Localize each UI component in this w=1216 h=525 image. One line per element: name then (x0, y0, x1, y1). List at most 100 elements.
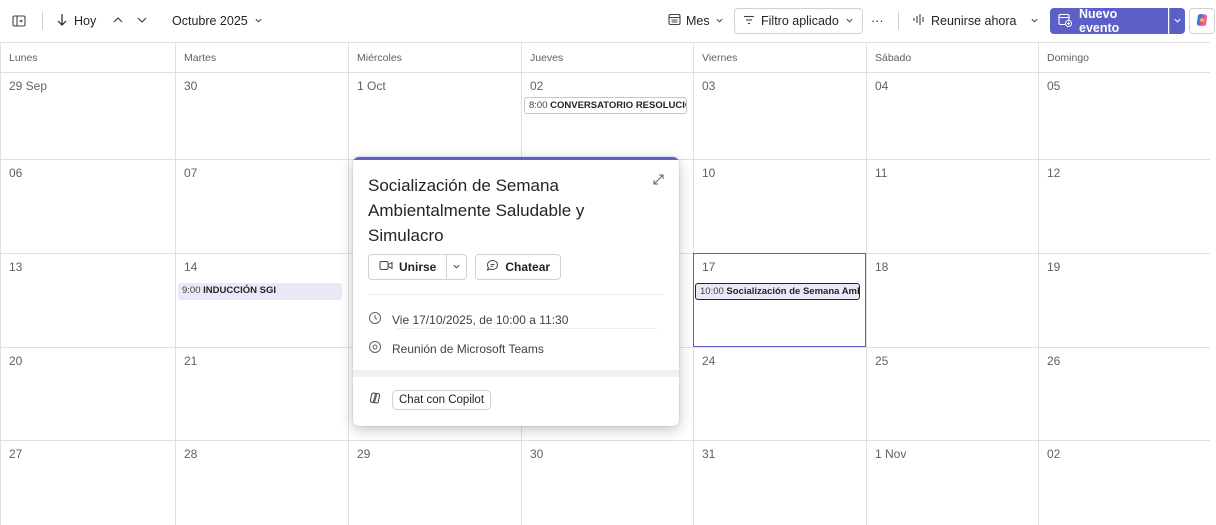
day-cell[interactable]: 1 Nov (866, 440, 1038, 525)
day-number: 31 (702, 447, 716, 461)
day-number: 24 (702, 354, 716, 368)
day-cell[interactable]: 20 (0, 347, 175, 440)
new-event-icon (1058, 13, 1072, 30)
day-cell[interactable]: 12 (1038, 159, 1210, 253)
day-number: 04 (875, 79, 889, 93)
chevron-down-icon (1030, 14, 1039, 28)
day-cell[interactable]: 25 (866, 347, 1038, 440)
new-event-label: Nuevo evento (1079, 7, 1120, 35)
day-cell[interactable]: 29 Sep (0, 72, 175, 159)
day-number: 30 (184, 79, 198, 93)
calendar-event-socializacion[interactable]: 10:00 Socialización de Semana Ambientalm… (695, 283, 860, 300)
new-event-dropdown[interactable] (1169, 8, 1185, 34)
day-cell[interactable]: 18 (866, 253, 1038, 347)
next-month-button[interactable] (136, 8, 148, 34)
today-button[interactable]: Hoy (56, 8, 96, 34)
view-label: Mes (686, 14, 710, 28)
day-cell[interactable]: 17 (693, 253, 866, 347)
meet-now-dropdown[interactable] (1030, 8, 1039, 34)
event-datetime: Vie 17/10/2025, de 10:00 a 11:30 (392, 312, 569, 327)
month-picker[interactable]: Octubre 2025 (172, 8, 263, 34)
day-cell[interactable]: 30 (175, 72, 348, 159)
day-cell[interactable]: 24 (693, 347, 866, 440)
chat-with-copilot-button[interactable]: Chat con Copilot (392, 390, 492, 410)
weekday-header-row: Lunes Martes Miércoles Jueves Viernes Sá… (0, 43, 1210, 72)
join-button[interactable]: Unirse (369, 255, 446, 279)
day-cell[interactable]: 1 Oct (348, 72, 521, 159)
event-location: Reunión de Microsoft Teams (392, 341, 544, 356)
meet-now-label: Reunirse ahora (931, 14, 1017, 28)
calendar-event-conversatorio[interactable]: 8:00 CONVERSATORIO RESOLUCIÓN (524, 97, 687, 114)
event-location-row: Reunión de Microsoft Teams (368, 340, 544, 357)
day-number: 10 (702, 166, 716, 180)
day-number: 17 (702, 260, 716, 274)
more-options-label: ··· (871, 14, 884, 28)
chevron-down-icon (452, 260, 461, 274)
day-cell[interactable]: 10 (693, 159, 866, 253)
chevron-up-icon (112, 14, 124, 29)
day-number: 07 (184, 166, 198, 180)
weekday-label: Martes (175, 43, 348, 72)
calendar-event-induccion[interactable]: 9:00 INDUCCIÓN SGI (178, 283, 342, 300)
more-options-button[interactable]: ··· (871, 8, 884, 34)
weekday-label: Sábado (866, 43, 1038, 72)
day-cell[interactable]: 14 (175, 253, 348, 347)
popover-divider (397, 328, 657, 329)
popover-section-gap (353, 370, 679, 377)
day-number: 19 (1047, 260, 1061, 274)
day-number: 27 (9, 447, 23, 461)
video-camera-icon (379, 260, 393, 274)
filter-label: Filtro aplicado (761, 14, 839, 28)
filter-icon (743, 14, 755, 28)
expand-icon[interactable] (652, 173, 665, 191)
day-number: 03 (702, 79, 716, 93)
day-cell[interactable]: 19 (1038, 253, 1210, 347)
day-cell[interactable]: 27 (0, 440, 175, 525)
chat-button[interactable]: Chatear (475, 254, 562, 280)
day-cell[interactable]: 26 (1038, 347, 1210, 440)
day-number: 18 (875, 260, 889, 274)
today-label: Hoy (74, 14, 97, 28)
day-cell[interactable]: 29 (348, 440, 521, 525)
day-number: 20 (9, 354, 23, 368)
join-dropdown[interactable] (446, 255, 466, 279)
chevron-down-icon (715, 14, 724, 28)
day-cell[interactable]: 05 (1038, 72, 1210, 159)
view-switcher[interactable]: Mes (668, 8, 724, 34)
day-cell[interactable]: 06 (0, 159, 175, 253)
day-number: 1 Oct (357, 79, 386, 93)
day-cell[interactable]: 13 (0, 253, 175, 347)
sidebar-toggle-icon[interactable] (12, 8, 26, 34)
day-cell[interactable]: 30 (521, 440, 693, 525)
day-cell[interactable]: 02 (521, 72, 693, 159)
event-time: 9:00 (182, 285, 201, 296)
popover-accent-bar (353, 157, 679, 160)
new-event-button[interactable]: Nuevo evento (1050, 7, 1168, 35)
day-cell[interactable]: 03 (693, 72, 866, 159)
filter-button[interactable]: Filtro aplicado (734, 8, 863, 34)
day-number: 12 (1047, 166, 1061, 180)
day-number: 29 (357, 447, 371, 461)
popover-title: Socialización de Semana Ambientalmente S… (368, 176, 585, 245)
join-label: Unirse (399, 260, 437, 274)
day-cell[interactable]: 31 (693, 440, 866, 525)
day-number: 06 (9, 166, 23, 180)
previous-month-button[interactable] (112, 8, 124, 34)
day-cell[interactable]: 11 (866, 159, 1038, 253)
day-cell[interactable]: 07 (175, 159, 348, 253)
day-number: 11 (875, 166, 888, 180)
day-cell[interactable]: 28 (175, 440, 348, 525)
copilot-button[interactable] (1189, 8, 1215, 34)
day-cell[interactable]: 02 (1038, 440, 1210, 525)
day-number: 13 (9, 260, 23, 274)
calendar-month-icon (668, 13, 681, 29)
weekday-label: Jueves (521, 43, 693, 72)
meet-now-button[interactable]: Reunirse ahora (912, 8, 1016, 34)
weekday-label: Viernes (693, 43, 866, 72)
day-cell[interactable]: 04 (866, 72, 1038, 159)
chevron-down-icon (136, 14, 148, 29)
chevron-down-icon (254, 14, 263, 28)
weekday-label: Lunes (0, 43, 175, 72)
day-cell[interactable]: 21 (175, 347, 348, 440)
event-time: 10:00 (700, 286, 724, 297)
